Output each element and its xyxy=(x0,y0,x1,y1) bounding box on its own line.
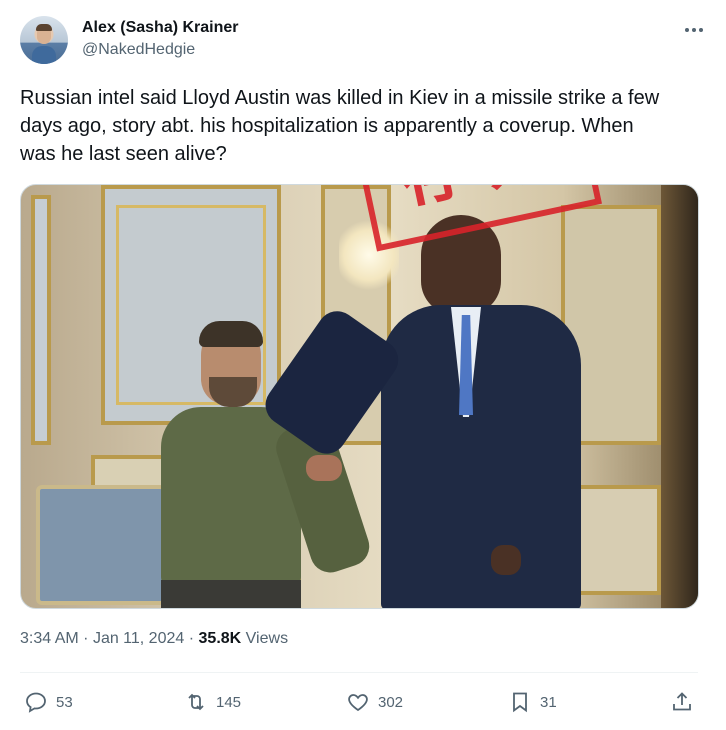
more-icon[interactable] xyxy=(682,20,706,40)
like-count: 302 xyxy=(378,693,404,711)
author-name[interactable]: Alex (Sasha) Krainer xyxy=(82,19,239,37)
meta-separator: · xyxy=(188,630,195,647)
tweet-date[interactable]: Jan 11, 2024 xyxy=(93,630,184,647)
action-bar: 53 145 302 31 xyxy=(24,686,698,718)
stamp-char-2: 疑 xyxy=(476,185,559,201)
tweet-photo[interactable]: 存 疑 xyxy=(20,184,699,609)
bookmark-count: 31 xyxy=(540,693,557,711)
repost-button[interactable]: 145 xyxy=(184,686,241,718)
views-count: 35.8K xyxy=(198,630,242,647)
tweet-header: Alex (Sasha) Krainer @NakedHedgie xyxy=(20,16,706,66)
share-icon xyxy=(673,692,691,711)
stamp-char-1: 存 xyxy=(392,185,475,219)
avatar[interactable] xyxy=(20,16,68,64)
like-button[interactable]: 302 xyxy=(346,686,403,718)
share-button[interactable] xyxy=(670,686,694,718)
divider xyxy=(20,672,698,673)
tweet-time[interactable]: 3:34 AM xyxy=(20,630,79,647)
bookmark-button[interactable]: 31 xyxy=(508,686,557,718)
bookmark-icon xyxy=(513,692,527,713)
author-handle[interactable]: @NakedHedgie xyxy=(82,41,195,59)
reply-count: 53 xyxy=(56,693,73,711)
views-label: Views xyxy=(245,630,289,647)
repost-count: 145 xyxy=(216,693,242,711)
reply-button[interactable]: 53 xyxy=(24,686,73,718)
meta-separator: · xyxy=(83,630,89,647)
tweet-meta: 3:34 AM · Jan 11, 2024 · 35.8K Views xyxy=(20,630,288,648)
reply-icon xyxy=(26,692,46,713)
tweet-text: Russian intel said Lloyd Austin was kill… xyxy=(20,87,660,165)
like-icon xyxy=(348,694,368,712)
repost-icon xyxy=(188,693,204,711)
